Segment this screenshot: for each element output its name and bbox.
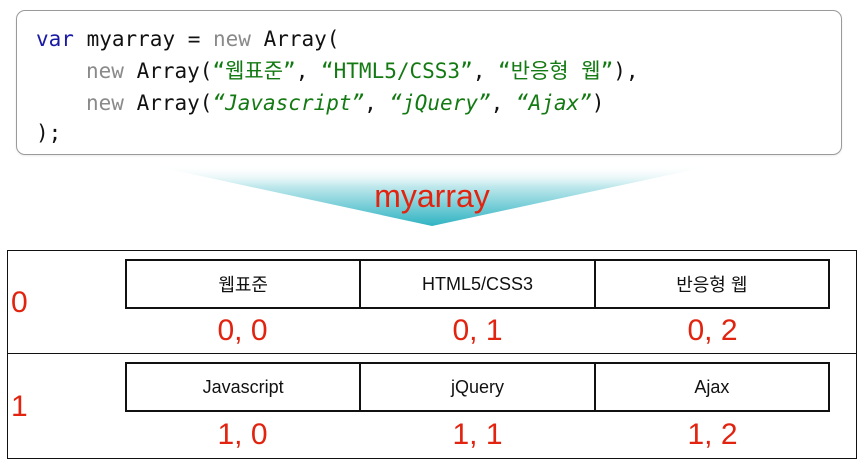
- inner-array-row-1: Javascript jQuery Ajax: [125, 362, 830, 412]
- array-cell: jQuery: [361, 364, 596, 410]
- cell-index-label: 1, 0: [217, 418, 268, 451]
- array-cell: HTML5/CSS3: [361, 261, 596, 307]
- array-cell: 반응형 웹: [676, 275, 748, 295]
- array-cell: Javascript: [127, 364, 362, 410]
- cell-index-label: 0, 0: [217, 314, 268, 347]
- row-index-1: 1: [11, 390, 28, 423]
- cell-index-label: 0, 1: [452, 314, 503, 347]
- array-name-label: myarray: [374, 178, 490, 214]
- inner-array-row-0: 웹표준 HTML5/CSS3 반응형 웹: [125, 259, 830, 309]
- cell-index-label: 1, 2: [687, 418, 738, 451]
- array-cell: Ajax: [694, 376, 730, 397]
- array-cell: 웹표준: [127, 261, 362, 307]
- row-index-0: 0: [11, 286, 28, 319]
- row-divider: [7, 353, 857, 354]
- cell-index-label: 1, 1: [452, 418, 503, 451]
- cell-index-label: 0, 2: [687, 314, 738, 347]
